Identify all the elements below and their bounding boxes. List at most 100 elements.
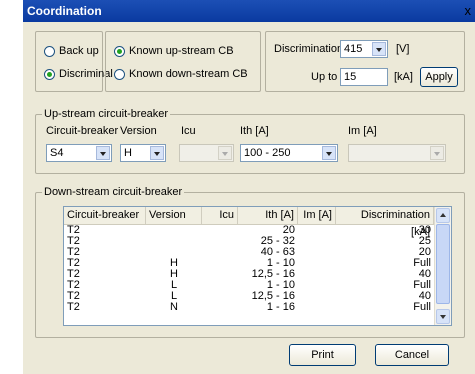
cell-ith: 12,5 - 16 <box>251 291 295 302</box>
cell-version <box>146 225 202 236</box>
upstream-ith-select[interactable]: 100 - 250 <box>240 144 338 162</box>
cell-icu <box>202 236 238 247</box>
cell-im <box>298 225 336 236</box>
cell-icu <box>202 269 238 280</box>
cell-discrimination: 40 <box>418 291 431 302</box>
cell-version <box>146 247 202 258</box>
discrimination-group: Discrimination 415 [V] Up to 15 [kA] App… <box>265 31 465 92</box>
cell-im <box>298 280 336 291</box>
cell-discrimination: Full <box>413 302 431 313</box>
col-icu[interactable]: Icu <box>202 207 238 224</box>
table-row[interactable]: T2 H 12,5 - 16 40 <box>64 269 434 280</box>
cell-discrimination: 25 <box>418 236 431 247</box>
cell-im <box>298 258 336 269</box>
cell-icu <box>202 225 238 236</box>
apply-button[interactable]: Apply <box>420 67 458 87</box>
backup-radio[interactable] <box>44 46 55 57</box>
cell-cb: T2 <box>67 280 80 291</box>
upstream-ith-label: Ith [A] <box>240 125 269 137</box>
col-discrimination[interactable]: Discrimination [kA] <box>336 207 434 238</box>
close-icon[interactable]: x <box>465 3 472 18</box>
upstream-version-select[interactable]: H <box>120 144 166 162</box>
cell-icu <box>202 247 238 258</box>
upto-value: 15 <box>344 71 357 83</box>
window-title: Coordination <box>27 4 102 18</box>
downstream-table[interactable]: Circuit-breaker Version Icu Ith [A] Im [… <box>63 206 452 326</box>
table-row[interactable]: T2 L 12,5 - 16 40 <box>64 291 434 302</box>
cell-ith: 1 - 16 <box>266 302 295 313</box>
upstream-legend: Up-stream circuit-breaker <box>42 108 171 120</box>
cell-cb: T2 <box>67 236 80 247</box>
cell-version: L <box>170 280 178 291</box>
cell-version: H <box>170 269 178 280</box>
scroll-thumb[interactable] <box>436 224 450 304</box>
scroll-down-icon[interactable] <box>436 309 450 324</box>
cell-cb: T2 <box>67 225 80 236</box>
upstream-icu-label: Icu <box>181 125 196 137</box>
cell-version <box>146 236 202 247</box>
upstream-group: Up-stream circuit-breaker Circuit-breake… <box>35 108 465 174</box>
upstream-im-select <box>348 144 446 162</box>
cell-cb: T2 <box>67 302 80 313</box>
table-row[interactable]: T2 H 1 - 10 Full <box>64 258 434 269</box>
upto-label: Up to <box>311 71 338 83</box>
chevron-down-icon[interactable] <box>96 146 110 160</box>
known-downstream-label: Known down-stream CB <box>129 68 248 80</box>
known-downstream-radio[interactable] <box>114 69 125 80</box>
table-row[interactable]: T2 25 - 32 25 <box>64 236 434 247</box>
cell-ith: 1 - 10 <box>266 258 295 269</box>
table-header: Circuit-breaker Version Icu Ith [A] Im [… <box>64 207 434 238</box>
cell-cb: T2 <box>67 291 80 302</box>
cell-ith: 20 <box>282 225 295 236</box>
table-row[interactable]: T2 N 1 - 16 Full <box>64 302 434 313</box>
col-ith[interactable]: Ith [A] <box>238 207 298 224</box>
upstream-version-label: Version <box>120 125 157 137</box>
cell-version: N <box>170 302 178 313</box>
backup-label: Back up <box>59 45 99 57</box>
cell-discrimination: Full <box>413 280 431 291</box>
col-im[interactable]: Im [A] <box>298 207 336 224</box>
known-upstream-radio[interactable] <box>114 46 125 57</box>
cell-discrimination: Full <box>413 258 431 269</box>
cell-discrimination: 30 <box>418 225 431 236</box>
upstream-cb-select[interactable]: S4 <box>46 144 112 162</box>
upstream-im-label: Im [A] <box>348 125 377 137</box>
cell-icu <box>202 258 238 269</box>
col-version[interactable]: Version <box>146 207 202 224</box>
table-row[interactable]: T2 40 - 63 20 <box>64 247 434 258</box>
chevron-down-icon <box>430 146 444 160</box>
upstream-cb-label: Circuit-breaker <box>46 125 119 137</box>
cell-discrimination: 40 <box>418 269 431 280</box>
cell-ith: 25 - 32 <box>260 236 295 247</box>
downstream-legend: Down-stream circuit-breaker <box>42 186 185 198</box>
chevron-down-icon[interactable] <box>150 146 164 160</box>
table-row[interactable]: T2 L 1 - 10 Full <box>64 280 434 291</box>
cell-icu <box>202 280 238 291</box>
cell-cb: T2 <box>67 258 80 269</box>
scroll-up-icon[interactable] <box>436 208 450 223</box>
upstream-icu-select <box>179 144 234 162</box>
voltage-unit: [V] <box>396 43 410 55</box>
cell-icu <box>202 302 238 313</box>
cell-version: L <box>170 291 178 302</box>
table-row[interactable]: T2 20 30 <box>64 225 434 236</box>
cell-ith: 40 - 63 <box>260 247 295 258</box>
voltage-select[interactable]: 415 <box>340 40 388 58</box>
upto-input[interactable]: 15 <box>340 68 388 86</box>
cell-im <box>298 247 336 258</box>
cell-im <box>298 236 336 247</box>
discriminal-radio[interactable] <box>44 69 55 80</box>
cell-im <box>298 291 336 302</box>
print-button[interactable]: Print <box>289 344 356 366</box>
upstream-ith-value: 100 - 250 <box>244 147 291 159</box>
title-bar: Coordination x <box>23 0 475 22</box>
cancel-button[interactable]: Cancel <box>375 344 449 366</box>
cell-icu <box>202 291 238 302</box>
cell-im <box>298 302 336 313</box>
chevron-down-icon[interactable] <box>372 42 386 56</box>
col-circuit-breaker[interactable]: Circuit-breaker <box>64 207 146 224</box>
chevron-down-icon[interactable] <box>322 146 336 160</box>
table-scrollbar[interactable] <box>434 207 451 325</box>
known-cb-group: Known up-stream CB Known down-stream CB <box>105 31 261 92</box>
chevron-down-icon <box>218 146 232 160</box>
